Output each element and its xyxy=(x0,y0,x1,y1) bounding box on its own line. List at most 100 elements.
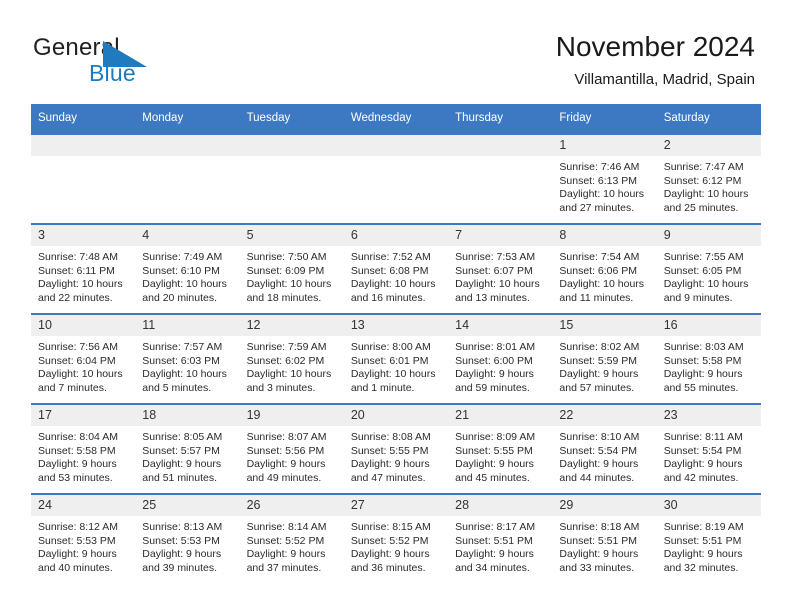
sunset-time: Sunset: 6:03 PM xyxy=(142,354,220,367)
day-number: 18 xyxy=(135,405,240,426)
day-number: 7 xyxy=(448,225,553,246)
calendar-day-cell[interactable]: 10 Sunrise: 7:56 AM Sunset: 6:04 PM Dayligh… xyxy=(31,313,136,404)
daylight-duration-line2: and 22 minutes. xyxy=(38,291,113,304)
calendar-day-cell[interactable]: 26 Sunrise: 8:14 AM Sunset: 5:52 PM Dayligh… xyxy=(239,493,344,583)
day-details: Sunrise: 7:53 AM Sunset: 6:07 PM Daylight:… xyxy=(448,246,552,305)
calendar-week-row: 17 Sunrise: 8:04 AM Sunset: 5:58 PM Dayligh… xyxy=(31,403,761,494)
calendar-day-cell[interactable]: 25 Sunrise: 8:13 AM Sunset: 5:53 PM Dayligh… xyxy=(135,493,240,583)
day-number: 6 xyxy=(343,225,449,246)
calendar-day-cell[interactable]: 23 Sunrise: 8:11 AM Sunset: 5:54 PM Dayligh… xyxy=(656,403,761,494)
day-number: 1 xyxy=(552,135,657,156)
calendar-day-cell[interactable]: 16 Sunrise: 8:03 AM Sunset: 5:58 PM Dayligh… xyxy=(656,313,761,404)
calendar-day-cell[interactable]: 21 Sunrise: 8:09 AM Sunset: 5:55 PM Dayligh… xyxy=(448,403,553,494)
daylight-duration-line1: Daylight: 9 hours xyxy=(38,548,117,561)
day-number: 22 xyxy=(552,405,657,426)
day-number xyxy=(448,135,553,156)
page-header: General Blue November 2024 Villamantilla… xyxy=(0,0,792,100)
calendar-week-row: 24 Sunrise: 8:12 AM Sunset: 5:53 PM Dayligh… xyxy=(31,493,761,583)
daylight-duration-line1: Daylight: 9 hours xyxy=(559,548,639,561)
day-number xyxy=(239,135,344,156)
calendar-day-cell[interactable]: 17 Sunrise: 8:04 AM Sunset: 5:58 PM Dayligh… xyxy=(31,403,136,494)
calendar-page: General Blue November 2024 Villamantilla… xyxy=(0,0,792,612)
calendar-day-cell[interactable]: 18 Sunrise: 8:05 AM Sunset: 5:57 PM Dayligh… xyxy=(135,403,240,494)
calendar-cell-empty xyxy=(31,133,136,224)
day-details: Sunrise: 8:10 AM Sunset: 5:54 PM Daylight:… xyxy=(552,426,656,485)
day-details: Sunrise: 8:03 AM Sunset: 5:58 PM Daylight:… xyxy=(657,336,761,395)
day-number: 8 xyxy=(552,225,657,246)
sunset-time: Sunset: 5:59 PM xyxy=(559,354,638,367)
weekday-header-sunday: Sunday xyxy=(31,104,136,134)
calendar-day-cell[interactable]: 27 Sunrise: 8:15 AM Sunset: 5:52 PM Dayligh… xyxy=(343,493,449,583)
daylight-duration-line2: and 45 minutes. xyxy=(455,471,530,484)
day-details: Sunrise: 8:00 AM Sunset: 6:01 PM Daylight:… xyxy=(344,336,448,395)
day-details: Sunrise: 7:59 AM Sunset: 6:02 PM Daylight:… xyxy=(240,336,344,395)
daylight-duration-line2: and 18 minutes. xyxy=(246,291,322,304)
day-details: Sunrise: 7:55 AM Sunset: 6:05 PM Daylight:… xyxy=(657,246,761,305)
calendar-day-cell[interactable]: 2 Sunrise: 7:47 AM Sunset: 6:12 PM Daylight… xyxy=(656,133,761,224)
daylight-duration-line2: and 7 minutes. xyxy=(38,381,107,394)
calendar-day-cell[interactable]: 5 Sunrise: 7:50 AM Sunset: 6:09 PM Daylight… xyxy=(239,223,344,314)
calendar-day-cell[interactable]: 4 Sunrise: 7:49 AM Sunset: 6:10 PM Daylight… xyxy=(135,223,240,314)
calendar-day-cell[interactable]: 24 Sunrise: 8:12 AM Sunset: 5:53 PM Dayligh… xyxy=(31,493,136,583)
sunset-time: Sunset: 5:56 PM xyxy=(246,444,325,457)
calendar-day-cell[interactable]: 7 Sunrise: 7:53 AM Sunset: 6:07 PM Daylight… xyxy=(448,223,553,314)
weekday-header-monday: Monday xyxy=(135,104,240,134)
daylight-duration-line1: Daylight: 9 hours xyxy=(559,458,639,471)
daylight-duration-line1: Daylight: 9 hours xyxy=(455,548,534,561)
daylight-duration-line2: and 53 minutes. xyxy=(38,471,113,484)
sunset-time: Sunset: 5:53 PM xyxy=(142,534,220,547)
sunrise-time: Sunrise: 7:59 AM xyxy=(246,341,327,353)
sunset-time: Sunset: 6:08 PM xyxy=(350,264,429,277)
daylight-duration-line2: and 32 minutes. xyxy=(663,561,739,574)
daylight-duration-line2: and 13 minutes. xyxy=(455,291,530,304)
day-number: 14 xyxy=(448,315,553,336)
day-details: Sunrise: 8:17 AM Sunset: 5:51 PM Daylight:… xyxy=(448,516,552,575)
brand-name-blue: Blue xyxy=(89,60,136,86)
sunset-time: Sunset: 6:05 PM xyxy=(663,264,742,277)
calendar-day-cell[interactable]: 19 Sunrise: 8:07 AM Sunset: 5:56 PM Dayligh… xyxy=(239,403,344,494)
calendar-week-row: 1 Sunrise: 7:46 AM Sunset: 6:13 PM Daylight… xyxy=(31,133,761,224)
day-details: Sunrise: 7:54 AM Sunset: 6:06 PM Daylight:… xyxy=(552,246,656,305)
daylight-duration-line2: and 9 minutes. xyxy=(663,291,733,304)
calendar-day-cell[interactable]: 13 Sunrise: 8:00 AM Sunset: 6:01 PM Dayligh… xyxy=(343,313,449,404)
calendar-day-cell[interactable]: 30 Sunrise: 8:19 AM Sunset: 5:51 PM Dayligh… xyxy=(656,493,761,583)
brand-logo[interactable]: General Blue xyxy=(33,34,213,88)
daylight-duration-line1: Daylight: 9 hours xyxy=(246,548,326,561)
sunrise-time: Sunrise: 7:46 AM xyxy=(559,161,640,173)
day-number: 29 xyxy=(552,495,657,516)
sunset-time: Sunset: 6:11 PM xyxy=(38,264,115,277)
day-number: 27 xyxy=(343,495,449,516)
daylight-duration-line2: and 16 minutes. xyxy=(350,291,426,304)
daylight-duration-line1: Daylight: 10 hours xyxy=(38,278,123,291)
sunrise-time: Sunrise: 7:48 AM xyxy=(38,251,118,263)
calendar-day-cell[interactable]: 11 Sunrise: 7:57 AM Sunset: 6:03 PM Dayligh… xyxy=(135,313,240,404)
day-number: 23 xyxy=(656,405,761,426)
daylight-duration-line2: and 55 minutes. xyxy=(663,381,739,394)
daylight-duration-line1: Daylight: 9 hours xyxy=(246,458,326,471)
calendar-day-cell[interactable]: 14 Sunrise: 8:01 AM Sunset: 6:00 PM Dayligh… xyxy=(448,313,553,404)
day-number: 13 xyxy=(343,315,449,336)
day-number: 30 xyxy=(656,495,761,516)
sunrise-time: Sunrise: 8:12 AM xyxy=(38,521,118,533)
calendar-day-cell[interactable]: 1 Sunrise: 7:46 AM Sunset: 6:13 PM Daylight… xyxy=(552,133,657,224)
calendar-day-cell[interactable]: 12 Sunrise: 7:59 AM Sunset: 6:02 PM Dayligh… xyxy=(239,313,344,404)
calendar-day-cell[interactable]: 8 Sunrise: 7:54 AM Sunset: 6:06 PM Daylight… xyxy=(552,223,657,314)
calendar-day-cell[interactable]: 28 Sunrise: 8:17 AM Sunset: 5:51 PM Dayligh… xyxy=(448,493,553,583)
calendar-day-cell[interactable]: 15 Sunrise: 8:02 AM Sunset: 5:59 PM Dayligh… xyxy=(552,313,657,404)
calendar-day-cell[interactable]: 22 Sunrise: 8:10 AM Sunset: 5:54 PM Dayligh… xyxy=(552,403,657,494)
day-number: 2 xyxy=(656,135,761,156)
day-details: Sunrise: 8:12 AM Sunset: 5:53 PM Daylight:… xyxy=(31,516,135,575)
calendar-day-cell[interactable]: 20 Sunrise: 8:08 AM Sunset: 5:55 PM Dayligh… xyxy=(343,403,449,494)
calendar-day-cell[interactable]: 6 Sunrise: 7:52 AM Sunset: 6:08 PM Daylight… xyxy=(343,223,449,314)
sunrise-time: Sunrise: 8:09 AM xyxy=(455,431,536,443)
calendar-day-cell[interactable]: 29 Sunrise: 8:18 AM Sunset: 5:51 PM Dayligh… xyxy=(552,493,657,583)
location-subtitle: Villamantilla, Madrid, Spain xyxy=(574,71,755,88)
day-number: 19 xyxy=(239,405,344,426)
calendar-day-cell[interactable]: 3 Sunrise: 7:48 AM Sunset: 6:11 PM Daylight… xyxy=(31,223,136,314)
daylight-duration-line1: Daylight: 9 hours xyxy=(559,368,639,381)
daylight-duration-line1: Daylight: 9 hours xyxy=(663,548,743,561)
daylight-duration-line1: Daylight: 9 hours xyxy=(455,458,534,471)
calendar-day-cell[interactable]: 9 Sunrise: 7:55 AM Sunset: 6:05 PM Daylight… xyxy=(656,223,761,314)
day-number: 25 xyxy=(135,495,240,516)
weekday-header-tuesday: Tuesday xyxy=(239,104,344,134)
